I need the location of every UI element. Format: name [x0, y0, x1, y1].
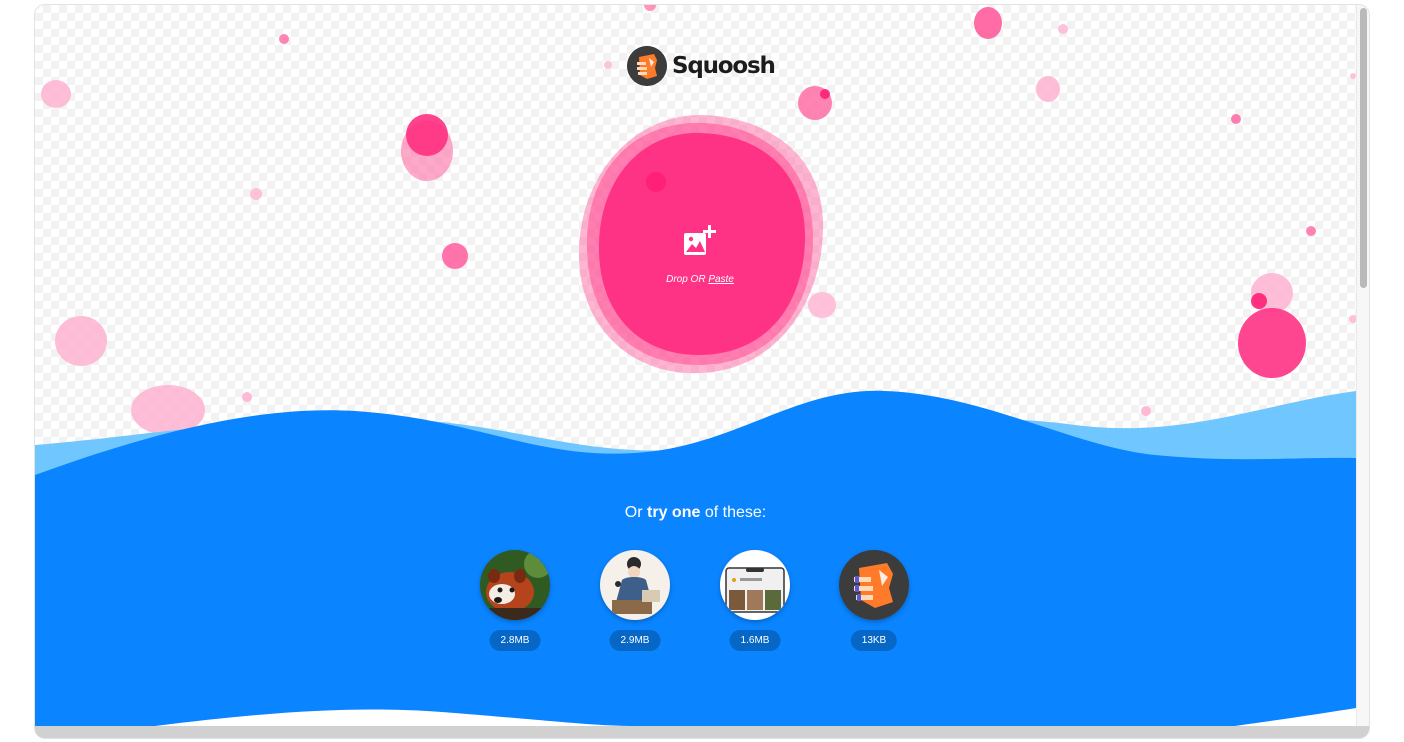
browser-window: Squoosh Drop OR Paste Or try one of thes… [35, 5, 1369, 738]
demo-item-squoosh-logo[interactable]: 13KB [838, 550, 910, 652]
demo-thumbnail-artwork[interactable] [600, 550, 670, 620]
drop-instructions: Drop OR Paste [540, 274, 860, 285]
squoosh-logo-icon [627, 46, 667, 86]
demo-size-badge: 2.9MB [609, 630, 661, 651]
app-logo[interactable]: Squoosh [627, 45, 776, 87]
demo-item-device-screen[interactable]: 1.6MB [719, 550, 791, 652]
demos-heading-bold: try one [647, 504, 701, 521]
vertical-scrollbar[interactable] [1356, 5, 1369, 726]
demo-item-red-panda[interactable]: 2.8MB [479, 550, 551, 652]
drop-label: Drop OR [666, 274, 706, 285]
demo-size-badge: 2.8MB [489, 630, 541, 651]
demos-heading: Or try one of these: [35, 504, 1356, 522]
demos-heading-suffix: of these: [704, 504, 767, 521]
drop-zone[interactable]: Drop OR Paste [573, 111, 827, 377]
scrollbar-thumb[interactable] [1360, 8, 1367, 288]
add-image-icon [681, 223, 717, 259]
wave-background [35, 390, 1356, 726]
demo-thumbnail-device-screen[interactable] [720, 550, 790, 620]
demo-thumbnail-squoosh-logo[interactable] [839, 550, 909, 620]
app-name: Squoosh [672, 53, 776, 79]
window-bottom-edge [35, 726, 1369, 738]
paste-link[interactable]: Paste [708, 274, 734, 285]
demo-item-artwork[interactable]: 2.9MB [599, 550, 671, 652]
demos-heading-prefix: Or [624, 504, 643, 521]
page-viewport: Squoosh Drop OR Paste Or try one of thes… [35, 5, 1356, 726]
demo-thumbnail-red-panda[interactable] [480, 550, 550, 620]
demo-size-badge: 1.6MB [729, 630, 781, 651]
demo-size-badge: 13KB [850, 630, 898, 651]
